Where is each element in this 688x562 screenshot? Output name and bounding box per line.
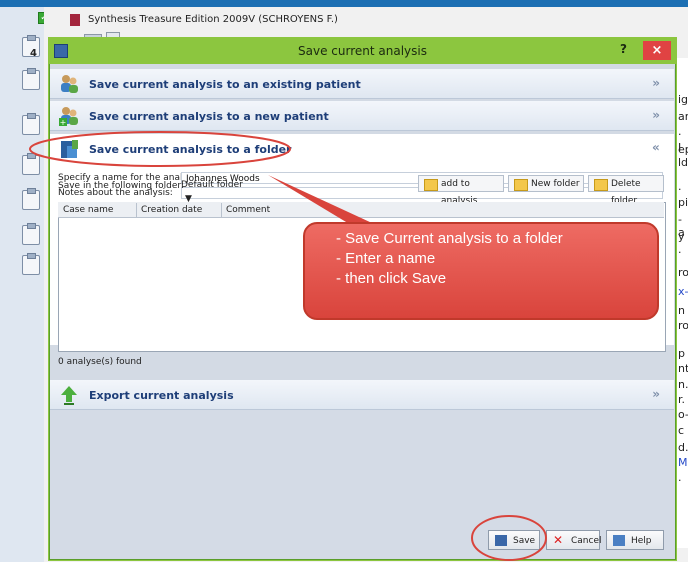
callout-line: - then click Save [336,270,447,287]
callout-line: - Save Current analysis to a folder [336,230,563,247]
callout-line: - Enter a name [336,250,436,267]
save-highlight-circle [471,515,547,561]
folder-highlight-circle [29,131,291,167]
